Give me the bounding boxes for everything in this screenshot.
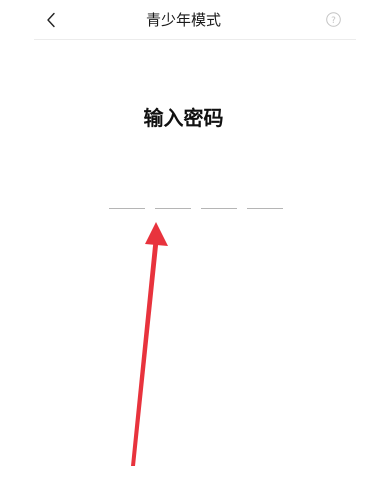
page-header-title: 青少年模式 xyxy=(145,11,221,29)
pin-digit-1[interactable] xyxy=(109,208,145,209)
pin-digit-4[interactable] xyxy=(247,208,283,209)
red-arrow-annotation xyxy=(131,222,168,466)
arrow-head xyxy=(145,222,168,246)
pin-digit-3[interactable] xyxy=(201,208,237,209)
nav-bar: 青少年模式 ? xyxy=(0,0,367,40)
nav-divider xyxy=(34,39,356,40)
svg-text:?: ? xyxy=(331,16,336,26)
question-circle-icon: ? xyxy=(326,12,341,27)
arrow-shaft xyxy=(131,236,159,466)
pin-digit-2[interactable] xyxy=(155,208,191,209)
help-button[interactable]: ? xyxy=(326,12,341,27)
enter-password-title: 输入密码 xyxy=(143,106,224,130)
